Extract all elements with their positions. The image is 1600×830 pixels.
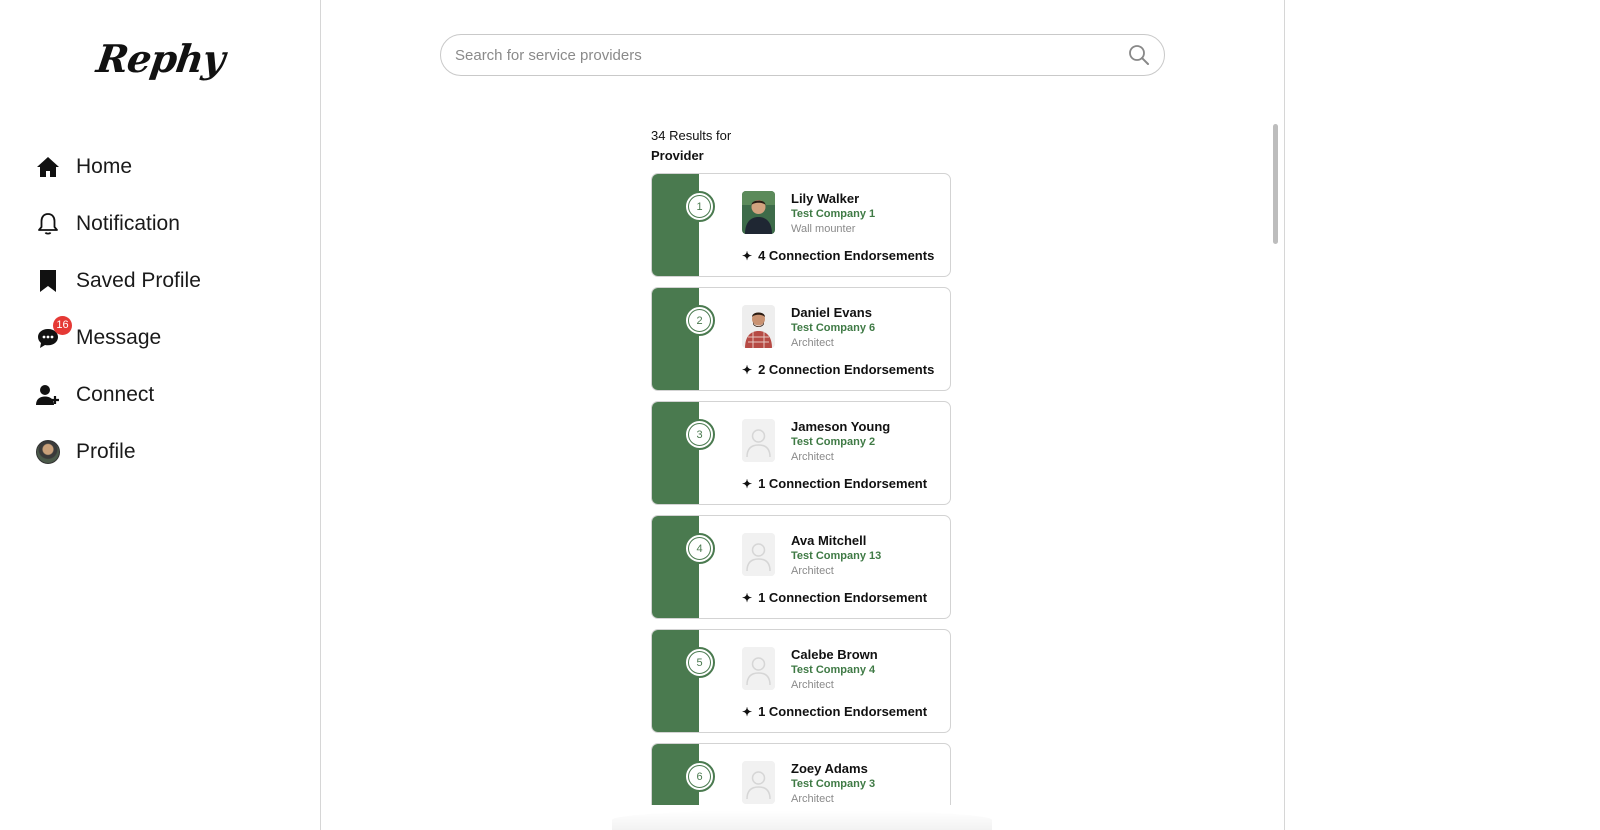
rank-badge: 5 bbox=[684, 647, 715, 678]
search-icon[interactable] bbox=[1128, 44, 1150, 66]
provider-card[interactable]: 4 Ava Mitchell Test Company 13 Architect… bbox=[651, 515, 951, 619]
sidebar-item-label: Message bbox=[76, 325, 162, 349]
card-accent-bar bbox=[652, 174, 699, 276]
sparkle-icon: ✦ bbox=[742, 704, 753, 719]
bookmark-icon bbox=[36, 269, 60, 293]
provider-company: Test Company 6 bbox=[791, 322, 876, 334]
sidebar-item-label: Saved Profile bbox=[76, 268, 201, 292]
sidebar-item-label: Home bbox=[76, 154, 133, 178]
sidebar-item-notification[interactable]: Notification bbox=[36, 195, 201, 252]
provider-role: Architect bbox=[791, 451, 834, 463]
results-header: 34 Results for Provider bbox=[651, 126, 731, 166]
sparkle-icon: ✦ bbox=[742, 362, 753, 377]
endorsement-count: ✦ 1 Connection Endorsement bbox=[742, 476, 928, 491]
sidebar-item-label: Connect bbox=[76, 382, 155, 406]
message-count-badge: 16 bbox=[53, 315, 72, 335]
provider-role: Architect bbox=[791, 679, 834, 691]
provider-name[interactable]: Calebe Brown bbox=[791, 646, 878, 663]
rank-badge: 4 bbox=[684, 533, 715, 564]
rank-badge: 6 bbox=[684, 761, 715, 792]
sidebar-nav: Home Notification Saved Profile 16 Messa… bbox=[36, 138, 201, 480]
provider-card[interactable]: 1 Lily Walker Test Company 1 Wall mounte… bbox=[651, 173, 951, 277]
provider-info: Calebe Brown Test Company 4 Architect bbox=[791, 646, 878, 693]
sidebar-item-label: Notification bbox=[76, 211, 180, 235]
endorsement-count: ✦ 1 Connection Endorsement bbox=[742, 704, 928, 719]
provider-company: Test Company 3 bbox=[791, 778, 876, 790]
provider-photo[interactable] bbox=[742, 191, 775, 234]
sidebar-item-label: Profile bbox=[76, 439, 136, 463]
bell-icon bbox=[36, 212, 60, 236]
sidebar-item-message[interactable]: 16 Message bbox=[36, 309, 201, 366]
home-icon bbox=[36, 155, 60, 179]
endorsement-count: ✦ 2 Connection Endorsements bbox=[742, 362, 935, 377]
endorsement-count: ✦ 4 Connection Endorsements bbox=[742, 248, 935, 263]
add-user-icon bbox=[36, 383, 60, 407]
provider-list: 1 Lily Walker Test Company 1 Wall mounte… bbox=[651, 173, 951, 805]
rank-badge: 1 bbox=[684, 191, 715, 222]
provider-name[interactable]: Daniel Evans bbox=[791, 304, 875, 321]
placeholder-avatar-icon[interactable] bbox=[742, 533, 775, 576]
card-accent-bar bbox=[652, 402, 699, 504]
card-accent-bar bbox=[652, 630, 699, 732]
placeholder-avatar-icon[interactable] bbox=[742, 647, 775, 690]
provider-name[interactable]: Zoey Adams bbox=[791, 760, 875, 777]
results-query: Provider bbox=[651, 148, 704, 163]
provider-info: Lily Walker Test Company 1 Wall mounter bbox=[791, 190, 875, 237]
rank-badge: 2 bbox=[684, 305, 715, 336]
card-accent-bar bbox=[652, 516, 699, 618]
app-logo[interactable]: Rephy bbox=[0, 36, 324, 81]
scrollbar[interactable] bbox=[1273, 124, 1278, 244]
chat-icon: 16 bbox=[36, 315, 72, 350]
results-count: 34 Results for bbox=[651, 128, 732, 143]
provider-card[interactable]: 3 Jameson Young Test Company 2 Architect… bbox=[651, 401, 951, 505]
provider-role: Architect bbox=[791, 793, 834, 805]
main-content: 34 Results for Provider 1 Lily Walker Te… bbox=[322, 0, 1285, 830]
provider-info: Jameson Young Test Company 2 Architect bbox=[791, 418, 890, 465]
sidebar-item-connect[interactable]: Connect bbox=[36, 366, 201, 423]
provider-company: Test Company 4 bbox=[791, 664, 876, 676]
provider-photo[interactable] bbox=[742, 305, 775, 348]
provider-company: Test Company 13 bbox=[791, 550, 882, 562]
placeholder-avatar-icon[interactable] bbox=[742, 761, 775, 804]
provider-company: Test Company 2 bbox=[791, 436, 876, 448]
sparkle-icon: ✦ bbox=[742, 590, 753, 605]
provider-name[interactable]: Lily Walker bbox=[791, 190, 875, 207]
bottom-fade bbox=[612, 810, 992, 830]
rank-badge: 3 bbox=[684, 419, 715, 450]
sidebar-item-saved-profile[interactable]: Saved Profile bbox=[36, 252, 201, 309]
provider-card[interactable]: 6 Zoey Adams Test Company 3 Architect bbox=[651, 743, 951, 805]
provider-role: Wall mounter bbox=[791, 223, 856, 235]
avatar bbox=[36, 439, 60, 464]
provider-role: Architect bbox=[791, 337, 834, 349]
search-bar[interactable] bbox=[440, 34, 1165, 76]
provider-name[interactable]: Jameson Young bbox=[791, 418, 890, 435]
provider-info: Daniel Evans Test Company 6 Architect bbox=[791, 304, 875, 351]
sidebar-item-profile[interactable]: Profile bbox=[36, 423, 201, 480]
provider-company: Test Company 1 bbox=[791, 208, 876, 220]
provider-info: Ava Mitchell Test Company 13 Architect bbox=[791, 532, 881, 579]
provider-name[interactable]: Ava Mitchell bbox=[791, 532, 881, 549]
provider-info: Zoey Adams Test Company 3 Architect bbox=[791, 760, 875, 805]
sparkle-icon: ✦ bbox=[742, 476, 753, 491]
provider-role: Architect bbox=[791, 565, 834, 577]
endorsement-count: ✦ 1 Connection Endorsement bbox=[742, 590, 928, 605]
provider-card[interactable]: 2 Daniel Evans Test Company 6 Architect … bbox=[651, 287, 951, 391]
sidebar-item-home[interactable]: Home bbox=[36, 138, 201, 195]
sidebar: Rephy Home Notification Saved Profile 16 bbox=[0, 0, 321, 830]
sparkle-icon: ✦ bbox=[742, 248, 753, 263]
placeholder-avatar-icon[interactable] bbox=[742, 419, 775, 462]
provider-card[interactable]: 5 Calebe Brown Test Company 4 Architect … bbox=[651, 629, 951, 733]
card-accent-bar bbox=[652, 288, 699, 390]
search-input[interactable] bbox=[455, 46, 1128, 64]
